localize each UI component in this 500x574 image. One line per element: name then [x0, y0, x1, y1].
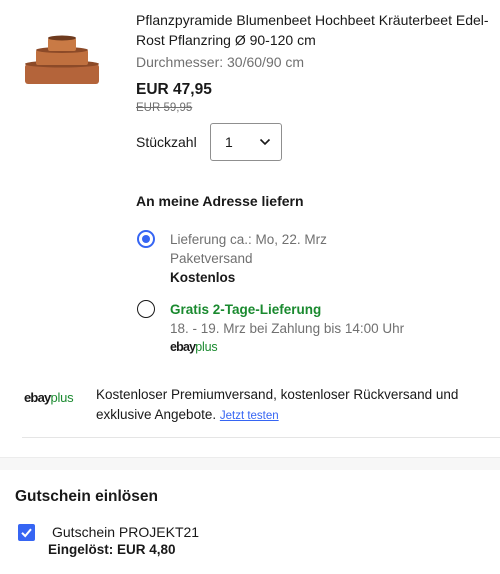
rust-planter-pyramid-image — [25, 35, 99, 84]
express-title: Gratis 2-Tage-Lieferung — [170, 302, 322, 317]
divider — [22, 437, 500, 438]
quantity-label: Stückzahl — [136, 134, 197, 150]
coupon-section-title: Gutschein einlösen — [15, 488, 158, 505]
quantity-value: 1 — [225, 134, 233, 150]
product-image[interactable] — [22, 30, 102, 86]
product-variant: Durchmesser: 30/60/90 cm — [136, 54, 305, 70]
product-price: EUR 47,95 — [136, 81, 212, 98]
delivery-option-standard-radio[interactable] — [137, 230, 155, 248]
quantity-select[interactable]: 1 — [210, 123, 282, 161]
product-info: Pflanzpyramide Blumenbeet Hochbeet Kräut… — [136, 10, 492, 115]
chevron-down-icon — [259, 138, 271, 146]
delivery-option-standard[interactable]: Lieferung ca.: Mo, 22. Mrz Paketversand … — [170, 230, 327, 287]
coupon-name: Gutschein PROJEKT21 — [52, 524, 200, 540]
coupon-checkbox[interactable] — [18, 524, 35, 541]
express-window: 18. - 19. Mrz bei Zahlung bis 14:00 Uhr — [170, 321, 405, 336]
ebay-plus-logo: ebayplus — [24, 390, 74, 405]
delivery-option-express[interactable]: Gratis 2-Tage-Lieferung 18. - 19. Mrz be… — [170, 300, 404, 357]
try-now-link[interactable]: Jetzt testen — [220, 410, 279, 422]
section-separator — [0, 457, 500, 470]
quantity-row: Stückzahl 1 — [136, 123, 282, 161]
coupon-applied-amount: Eingelöst: EUR 4,80 — [48, 542, 176, 557]
checkmark-icon — [21, 528, 32, 538]
delivery-date: Lieferung ca.: Mo, 22. Mrz — [170, 232, 327, 247]
ebay-plus-badge: ebayplus — [170, 340, 218, 354]
delivery-cost: Kostenlos — [170, 270, 236, 285]
delivery-option-express-radio[interactable] — [137, 300, 155, 318]
original-price: EUR 59,95 — [136, 102, 193, 114]
delivery-method: Paketversand — [170, 251, 253, 266]
product-title[interactable]: Pflanzpyramide Blumenbeet Hochbeet Kräut… — [136, 10, 492, 50]
ebay-plus-promo: Kostenloser Premiumversand, kostenloser … — [96, 385, 496, 426]
delivery-section-title: An meine Adresse liefern — [136, 193, 304, 209]
